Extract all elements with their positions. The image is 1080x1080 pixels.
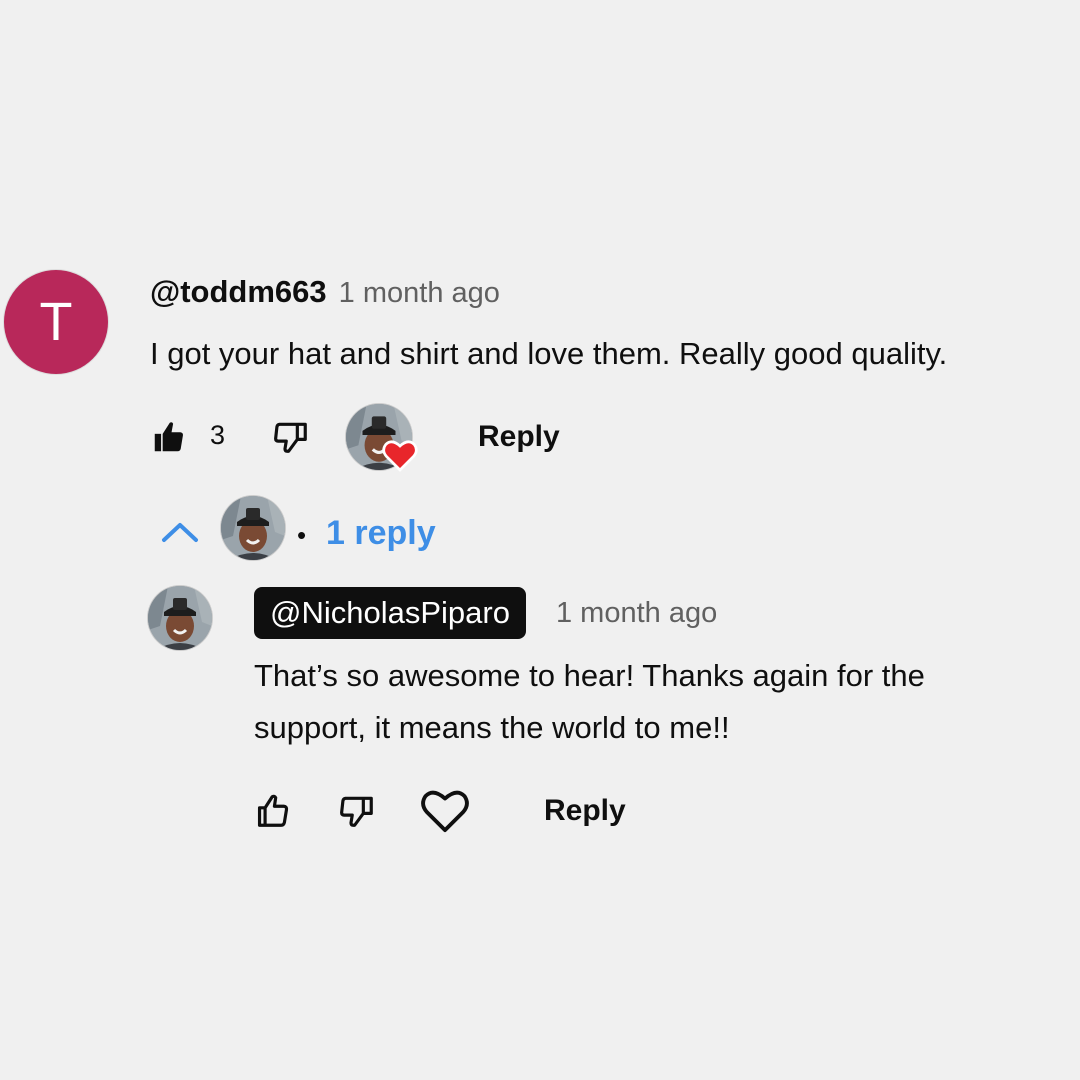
chevron-up-icon [160,518,200,546]
reply-timestamp[interactable]: 1 month ago [556,597,717,630]
reply-text-line-2: support, it means the world to me!! [254,710,730,745]
reply-author-avatar[interactable] [148,586,212,650]
like-filled-icon [150,418,188,456]
dislike-icon [272,418,310,456]
reply-heart-button[interactable] [420,788,470,834]
creator-heart-icon [382,438,418,472]
replies-count-link[interactable]: 1 reply [326,514,436,553]
reply-text-line-1: That’s so awesome to hear! Thanks again … [254,658,925,693]
reply-reply-button[interactable]: Reply [544,794,626,828]
replies-toggle[interactable] [160,518,200,546]
commenter-avatar[interactable]: T [4,270,108,374]
reply-button[interactable]: Reply [478,420,560,454]
comment-timestamp[interactable]: 1 month ago [339,277,500,310]
heart-outline-icon [420,788,470,834]
reply-like-button[interactable] [254,792,292,830]
comment-author[interactable]: @toddm663 [150,274,327,310]
like-button[interactable] [150,418,188,456]
reply-author-badge[interactable]: @NicholasPiparo [254,587,526,639]
comment-text: I got your hat and shirt and love them. … [150,336,948,371]
replier-avatar-preview [221,496,285,560]
like-outline-icon [254,792,292,830]
reply-dislike-button[interactable] [338,792,376,830]
reply-text: That’s so awesome to hear! Thanks again … [254,650,925,754]
like-count: 3 [210,420,226,450]
dislike-icon [338,792,376,830]
creator-heart [346,404,418,472]
separator-dot: • [297,520,307,550]
reply-author[interactable]: @NicholasPiparo [270,595,510,631]
dislike-button[interactable] [272,418,310,456]
